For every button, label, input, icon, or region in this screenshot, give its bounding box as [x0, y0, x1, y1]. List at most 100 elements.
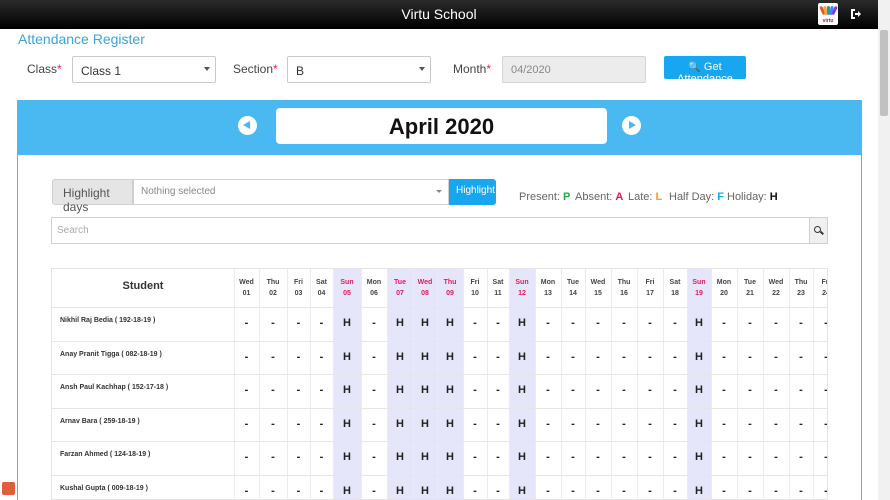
- attendance-cell[interactable]: -: [487, 384, 509, 396]
- attendance-cell[interactable]: -: [463, 384, 487, 396]
- attendance-cell[interactable]: -: [737, 317, 763, 329]
- attendance-cell[interactable]: H: [413, 351, 437, 363]
- attendance-cell[interactable]: -: [561, 451, 585, 463]
- attendance-cell[interactable]: -: [463, 418, 487, 430]
- attendance-cell[interactable]: -: [234, 317, 259, 329]
- get-attendance-button[interactable]: 🔍 Get Attendance: [664, 56, 746, 85]
- attendance-cell[interactable]: -: [259, 317, 287, 329]
- attendance-cell[interactable]: -: [585, 418, 611, 430]
- attendance-cell[interactable]: -: [487, 351, 509, 363]
- day-column-header[interactable]: Thu 23: [789, 277, 813, 299]
- day-column-header[interactable]: Mon 20: [711, 277, 737, 299]
- attendance-cell[interactable]: -: [789, 384, 813, 396]
- attendance-cell[interactable]: H: [413, 317, 437, 329]
- attendance-cell[interactable]: H: [687, 451, 711, 463]
- attendance-cell[interactable]: -: [637, 351, 663, 363]
- class-select[interactable]: Class 1: [72, 56, 216, 83]
- attendance-cell[interactable]: -: [637, 451, 663, 463]
- attendance-cell[interactable]: H: [437, 384, 463, 396]
- attendance-cell[interactable]: -: [585, 351, 611, 363]
- attendance-cell[interactable]: -: [361, 317, 387, 329]
- attendance-cell[interactable]: -: [361, 384, 387, 396]
- day-column-header[interactable]: Thu 02: [259, 277, 287, 299]
- attendance-cell[interactable]: -: [259, 451, 287, 463]
- attendance-cell[interactable]: H: [437, 351, 463, 363]
- attendance-cell[interactable]: -: [234, 351, 259, 363]
- attendance-cell[interactable]: -: [789, 451, 813, 463]
- month-field[interactable]: 04/2020: [502, 56, 646, 83]
- attendance-cell[interactable]: H: [437, 485, 463, 497]
- attendance-cell[interactable]: -: [487, 317, 509, 329]
- attendance-cell[interactable]: -: [561, 384, 585, 396]
- section-select[interactable]: B: [287, 56, 431, 83]
- attendance-cell[interactable]: -: [487, 451, 509, 463]
- attendance-cell[interactable]: -: [535, 418, 561, 430]
- attendance-cell[interactable]: -: [813, 418, 827, 430]
- attendance-cell[interactable]: -: [361, 451, 387, 463]
- attendance-cell[interactable]: H: [387, 384, 413, 396]
- attendance-cell[interactable]: -: [535, 485, 561, 497]
- attendance-cell[interactable]: -: [611, 351, 637, 363]
- attendance-cell[interactable]: H: [333, 384, 361, 396]
- attendance-cell[interactable]: -: [310, 418, 333, 430]
- day-column-header[interactable]: Tue 21: [737, 277, 763, 299]
- attendance-cell[interactable]: -: [737, 351, 763, 363]
- attendance-cell[interactable]: H: [333, 451, 361, 463]
- attendance-cell[interactable]: -: [561, 351, 585, 363]
- attendance-cell[interactable]: H: [509, 351, 535, 363]
- search-input[interactable]: Search: [51, 217, 810, 244]
- attendance-cell[interactable]: -: [585, 485, 611, 497]
- day-column-header[interactable]: Fri24: [813, 277, 827, 299]
- attendance-cell[interactable]: -: [535, 351, 561, 363]
- app-corner-icon[interactable]: [2, 482, 15, 495]
- attendance-cell[interactable]: -: [287, 384, 310, 396]
- attendance-cell[interactable]: -: [361, 351, 387, 363]
- attendance-cell[interactable]: -: [663, 485, 687, 497]
- attendance-cell[interactable]: H: [387, 418, 413, 430]
- day-column-header[interactable]: Mon 13: [535, 277, 561, 299]
- attendance-cell[interactable]: -: [561, 418, 585, 430]
- attendance-cell[interactable]: -: [234, 384, 259, 396]
- attendance-cell[interactable]: -: [310, 317, 333, 329]
- attendance-cell[interactable]: -: [463, 351, 487, 363]
- attendance-cell[interactable]: -: [310, 451, 333, 463]
- attendance-cell[interactable]: -: [361, 485, 387, 497]
- day-column-header[interactable]: Fri 03: [287, 277, 310, 299]
- school-logo[interactable]: virtu: [818, 3, 838, 25]
- attendance-cell[interactable]: -: [789, 351, 813, 363]
- attendance-cell[interactable]: -: [287, 317, 310, 329]
- attendance-cell[interactable]: -: [234, 485, 259, 497]
- attendance-cell[interactable]: -: [663, 317, 687, 329]
- attendance-cell[interactable]: H: [413, 451, 437, 463]
- search-button[interactable]: [809, 217, 828, 244]
- highlight-days-select[interactable]: Nothing selected: [133, 179, 449, 205]
- attendance-cell[interactable]: -: [611, 485, 637, 497]
- day-column-header[interactable]: Sat 18: [663, 277, 687, 299]
- attendance-cell[interactable]: -: [259, 485, 287, 497]
- attendance-cell[interactable]: H: [333, 351, 361, 363]
- attendance-cell[interactable]: -: [487, 418, 509, 430]
- attendance-cell[interactable]: -: [711, 351, 737, 363]
- attendance-cell[interactable]: -: [813, 384, 827, 396]
- attendance-cell[interactable]: H: [333, 485, 361, 497]
- attendance-cell[interactable]: H: [437, 418, 463, 430]
- day-column-header[interactable]: Wed 08: [413, 277, 437, 299]
- attendance-cell[interactable]: -: [259, 384, 287, 396]
- attendance-cell[interactable]: -: [585, 384, 611, 396]
- attendance-cell[interactable]: H: [687, 351, 711, 363]
- attendance-cell[interactable]: -: [763, 418, 789, 430]
- attendance-cell[interactable]: -: [813, 317, 827, 329]
- scrollbar-thumb[interactable]: [880, 30, 888, 116]
- attendance-cell[interactable]: -: [463, 317, 487, 329]
- day-column-header[interactable]: Sun 19: [687, 277, 711, 299]
- attendance-cell[interactable]: H: [387, 451, 413, 463]
- attendance-cell[interactable]: -: [637, 384, 663, 396]
- attendance-cell[interactable]: -: [711, 384, 737, 396]
- sign-out-icon[interactable]: [850, 8, 861, 20]
- attendance-cell[interactable]: H: [387, 317, 413, 329]
- attendance-cell[interactable]: -: [813, 485, 827, 497]
- attendance-cell[interactable]: H: [509, 418, 535, 430]
- attendance-cell[interactable]: -: [789, 418, 813, 430]
- day-column-header[interactable]: Wed 15: [585, 277, 611, 299]
- attendance-cell[interactable]: -: [711, 451, 737, 463]
